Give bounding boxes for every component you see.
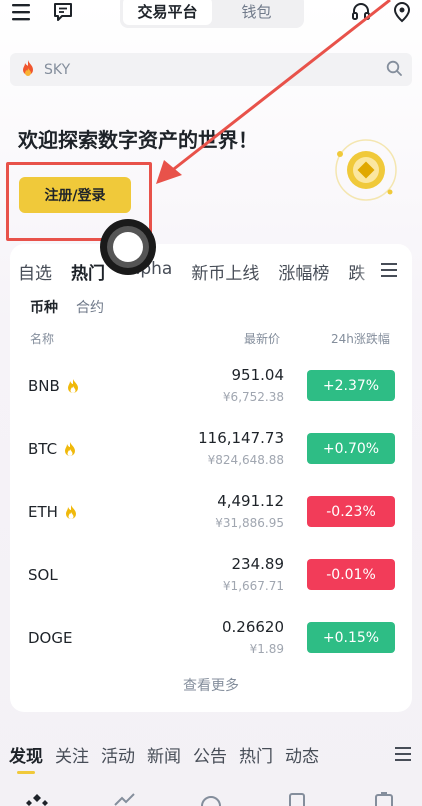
market-row[interactable]: BTC 116,147.73 ¥824,648.88 +0.70% xyxy=(10,419,412,475)
change-badge[interactable]: -0.01% xyxy=(307,559,395,590)
last-price: 4,491.12 xyxy=(217,492,284,510)
futures-nav-icon[interactable] xyxy=(288,792,306,806)
home-nav-icon[interactable] xyxy=(26,792,48,806)
fiat-price: ¥824,648.88 xyxy=(207,453,284,467)
feed-tab-discover[interactable]: 发现 xyxy=(9,742,43,767)
market-subtabs: 币种 合约 xyxy=(30,297,104,317)
change-badge[interactable]: -0.23% xyxy=(307,496,395,527)
coin-symbol-label: SOL xyxy=(28,566,58,584)
hot-flame-icon xyxy=(66,378,80,394)
fiat-price: ¥6,752.38 xyxy=(222,390,284,404)
coin-symbol: BNB xyxy=(28,377,80,395)
coin-symbol: DOGE xyxy=(28,629,72,647)
coin-symbol: BTC xyxy=(28,440,77,458)
column-name: 名称 xyxy=(30,332,55,346)
fiat-price: ¥31,886.95 xyxy=(215,516,284,530)
feed-tab-following[interactable]: 关注 xyxy=(55,742,89,767)
last-price: 0.26620 xyxy=(221,618,284,636)
bottom-nav xyxy=(0,786,422,806)
markets-nav-icon[interactable] xyxy=(114,792,136,806)
change-badge[interactable]: +2.37% xyxy=(307,370,395,401)
last-price: 116,147.73 xyxy=(198,429,284,447)
tab-new-listings[interactable]: 新币上线 xyxy=(191,259,259,284)
column-price: 最新价 xyxy=(244,332,281,346)
feed-tab-news[interactable]: 新闻 xyxy=(147,742,181,767)
market-row[interactable]: ETH 4,491.12 ¥31,886.95 -0.23% xyxy=(10,482,412,538)
market-row[interactable]: SOL 234.89 ¥1,667.71 -0.01% xyxy=(10,545,412,601)
tab-gainers[interactable]: 涨幅榜 xyxy=(278,259,329,284)
fiat-price: ¥1,667.71 xyxy=(222,579,284,593)
coin-symbol-label: DOGE xyxy=(28,629,73,647)
feed-tab-announcements[interactable]: 公告 xyxy=(193,742,227,767)
feed-tab-trending[interactable]: 热门 xyxy=(239,742,273,767)
hot-flame-icon xyxy=(63,441,77,457)
more-tabs-menu-icon[interactable] xyxy=(380,262,398,278)
feed-tab-underline xyxy=(17,771,35,774)
market-row[interactable]: DOGE 0.26620 ¥1.89 +0.15% xyxy=(10,608,412,664)
last-price: 234.89 xyxy=(231,555,285,573)
tab-watchlist[interactable]: 自选 xyxy=(18,259,52,284)
fiat-price: ¥1.89 xyxy=(249,642,284,656)
feed-tab-updates[interactable]: 动态 xyxy=(285,742,319,767)
feed-menu-icon[interactable] xyxy=(394,746,412,762)
trade-nav-icon[interactable] xyxy=(200,792,222,806)
hot-flame-icon xyxy=(64,504,78,520)
coin-symbol: ETH xyxy=(28,503,78,521)
subtab-spot[interactable]: 币种 xyxy=(30,297,58,317)
change-badge[interactable]: +0.15% xyxy=(307,622,395,653)
last-price: 951.04 xyxy=(231,366,285,384)
coin-symbol: SOL xyxy=(28,566,58,584)
feed-tabs: 发现 关注 活动 新闻 公告 热门 动态 xyxy=(9,742,331,767)
coin-symbol-label: BTC xyxy=(28,440,58,458)
change-badge[interactable]: +0.70% xyxy=(307,433,395,464)
subtab-futures[interactable]: 合约 xyxy=(76,297,104,317)
assets-nav-icon[interactable] xyxy=(374,792,394,806)
coin-symbol-label: ETH xyxy=(28,503,58,521)
feed-tab-events[interactable]: 活动 xyxy=(101,742,135,767)
market-row[interactable]: BNB 951.04 ¥6,752.38 +2.37% xyxy=(10,356,412,412)
coin-symbol-label: BNB xyxy=(28,377,60,395)
touch-indicator xyxy=(100,219,156,275)
view-more-link[interactable]: 查看更多 xyxy=(0,675,422,695)
annotation-arrow xyxy=(156,0,391,184)
column-change: 24h涨跌幅 xyxy=(331,332,390,346)
market-tabs: 自选 热门 Alpha 新币上线 涨幅榜 跌 xyxy=(18,259,384,284)
